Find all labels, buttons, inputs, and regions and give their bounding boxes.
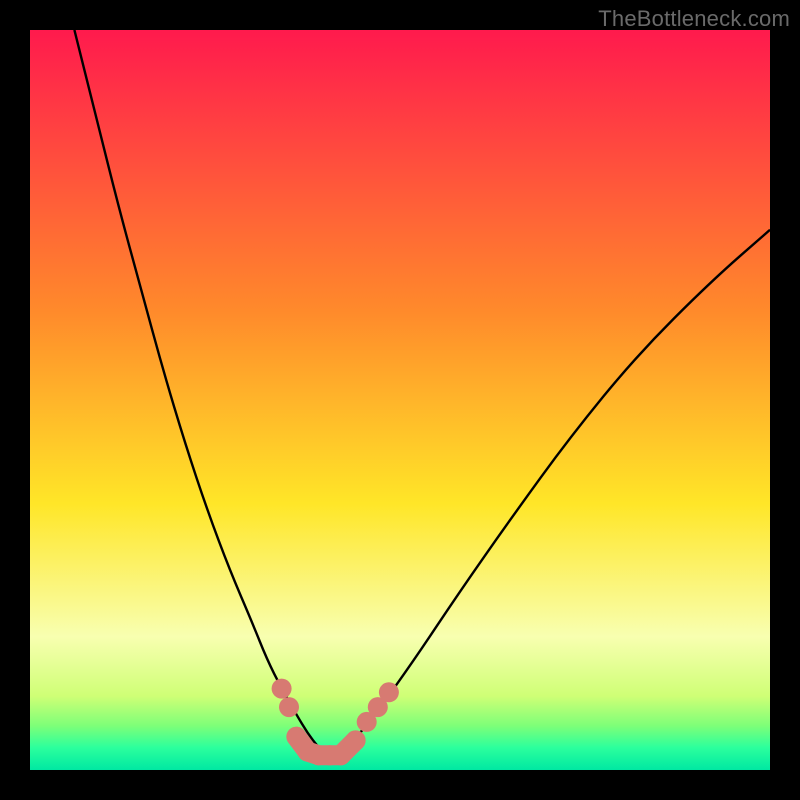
- marker-dot: [279, 697, 299, 717]
- plot-area: [30, 30, 770, 770]
- curve-layer: [30, 30, 770, 770]
- curve-left: [74, 30, 329, 759]
- curve-right: [330, 230, 770, 759]
- marker-group: [272, 679, 399, 766]
- marker-dot: [331, 745, 351, 765]
- marker-dot: [379, 682, 399, 702]
- outer-frame: TheBottleneck.com: [0, 0, 800, 800]
- marker-dot: [346, 730, 366, 750]
- marker-dot: [272, 679, 292, 699]
- watermark-text: TheBottleneck.com: [598, 6, 790, 32]
